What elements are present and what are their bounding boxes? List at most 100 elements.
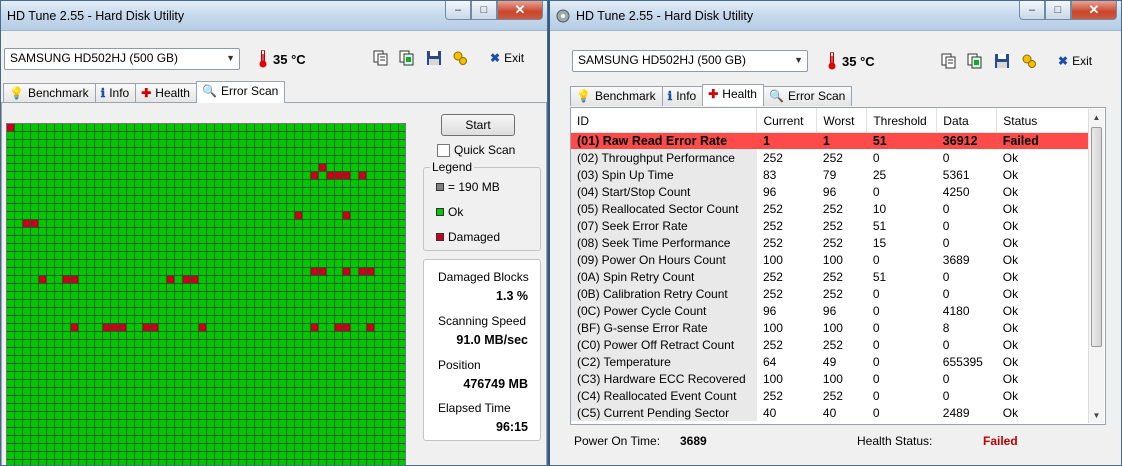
ok-block: [15, 276, 23, 284]
ok-block: [79, 300, 87, 308]
minimize-button[interactable]: –: [445, 1, 471, 20]
tab-benchmark[interactable]: 💡 Benchmark: [3, 83, 96, 103]
minimize-button[interactable]: –: [1019, 1, 1045, 20]
tab-health[interactable]: ✚ Health: [702, 84, 764, 106]
ok-block: [71, 388, 79, 396]
column-header-worst[interactable]: Worst: [816, 108, 868, 133]
tab-error-scan[interactable]: 🔍 Error Scan: [195, 81, 286, 103]
copy-all-icon[interactable]: [397, 48, 417, 68]
damaged-block: [111, 324, 119, 332]
tab-info[interactable]: ℹ Info: [661, 86, 704, 106]
ok-block: [319, 180, 327, 188]
ok-block: [239, 292, 247, 300]
save-icon[interactable]: [992, 51, 1012, 71]
close-button[interactable]: ✕: [1071, 1, 1117, 20]
ok-block: [151, 188, 159, 196]
ok-block: [63, 132, 71, 140]
save-icon[interactable]: [424, 48, 444, 68]
drive-select[interactable]: SAMSUNG HD502HJ (500 GB) ▼: [572, 50, 808, 72]
column-header-data[interactable]: Data: [936, 108, 998, 133]
ok-block: [183, 132, 191, 140]
ok-block: [95, 340, 103, 348]
ok-block: [279, 212, 287, 220]
ok-block: [327, 308, 335, 316]
ok-block: [279, 276, 287, 284]
ok-block: [279, 164, 287, 172]
table-cell: (02) Throughput Performance: [571, 149, 757, 166]
close-button[interactable]: ✕: [497, 1, 543, 20]
table-row[interactable]: (05) Reallocated Sector Count 252 252 10 0 Ok: [571, 200, 1091, 217]
exit-button[interactable]: ✖ Exit: [490, 51, 524, 65]
column-header-threshold[interactable]: Threshold: [866, 108, 938, 133]
table-cell: 4180: [942, 303, 970, 318]
table-row[interactable]: (C3) Hardware ECC Recovered 100 100 0 0 Ok: [571, 370, 1091, 387]
tab-info[interactable]: ℹ Info: [94, 83, 137, 103]
right-titlebar[interactable]: HD Tune 2.55 - Hard Disk Utility – □ ✕: [550, 1, 1121, 31]
table-row[interactable]: (07) Seek Error Rate 252 252 51 0 Ok: [571, 217, 1091, 234]
ok-block: [47, 316, 55, 324]
tab-error-scan[interactable]: 🔍 Error Scan: [762, 86, 853, 106]
ok-block: [103, 124, 111, 132]
table-row[interactable]: (C2) Temperature 64 49 0 655395 Ok: [571, 353, 1091, 370]
ok-block: [287, 188, 295, 196]
ok-block: [295, 428, 303, 436]
drive-select[interactable]: SAMSUNG HD502HJ (500 GB) ▼: [4, 48, 240, 70]
ok-block: [79, 404, 87, 412]
table-row[interactable]: (0A) Spin Retry Count 252 252 51 0 Ok: [571, 268, 1091, 285]
ok-block: [111, 196, 119, 204]
ok-block: [111, 292, 119, 300]
ok-block: [359, 132, 367, 140]
table-row[interactable]: (0C) Power Cycle Count 96 96 0 4180 Ok: [571, 302, 1091, 319]
ok-block: [287, 212, 295, 220]
ok-block: [375, 420, 383, 428]
copy-icon[interactable]: [371, 48, 391, 68]
ok-block: [39, 260, 47, 268]
quick-scan-box[interactable]: [437, 143, 450, 157]
table-row[interactable]: (0B) Calibration Retry Count 252 252 0 0 Ok: [571, 285, 1091, 302]
quick-scan-checkbox[interactable]: Quick Scan: [437, 143, 515, 157]
ok-block: [311, 300, 319, 308]
ok-block: [95, 276, 103, 284]
column-header-id[interactable]: ID: [571, 108, 758, 133]
table-row[interactable]: (C0) Power Off Retract Count 252 252 0 0 Ok: [571, 336, 1091, 353]
table-row[interactable]: (03) Spin Up Time 83 79 25 5361 Ok: [571, 166, 1091, 183]
scroll-down-arrow-icon[interactable]: ▼: [1089, 407, 1104, 423]
scan-block-grid: [6, 123, 406, 465]
tab-health[interactable]: ✚ Health: [135, 83, 197, 103]
ok-block: [71, 212, 79, 220]
tab-benchmark[interactable]: 💡 Benchmark: [570, 86, 663, 106]
exit-button[interactable]: ✖ Exit: [1058, 54, 1092, 68]
ok-block: [327, 364, 335, 372]
table-row[interactable]: (04) Start/Stop Count 96 96 0 4250 Ok: [571, 183, 1091, 200]
options-icon[interactable]: [450, 48, 470, 68]
table-scrollbar[interactable]: ▲ ▼: [1088, 109, 1104, 423]
ok-block: [23, 348, 31, 356]
table-row[interactable]: (02) Throughput Performance 252 252 0 0 Ok: [571, 149, 1091, 166]
ok-block: [287, 388, 295, 396]
table-row[interactable]: (C4) Reallocated Event Count 252 252 0 0 Ok: [571, 387, 1091, 404]
start-button[interactable]: Start: [441, 114, 515, 136]
ok-block: [279, 364, 287, 372]
table-row[interactable]: (BF) G-sense Error Rate 100 100 0 8 Ok: [571, 319, 1091, 336]
maximize-button[interactable]: □: [471, 1, 497, 20]
ok-block: [15, 332, 23, 340]
left-titlebar[interactable]: HD Tune 2.55 - Hard Disk Utility – □ ✕: [1, 1, 547, 31]
options-icon[interactable]: [1019, 51, 1039, 71]
table-row[interactable]: (01) Raw Read Error Rate 1 1 51 36912 Failed: [571, 132, 1091, 149]
ok-block: [343, 156, 351, 164]
copy-icon[interactable]: [939, 51, 959, 71]
ok-block: [271, 164, 279, 172]
ok-block: [199, 252, 207, 260]
table-cell: 100: [762, 320, 783, 335]
maximize-button[interactable]: □: [1045, 1, 1071, 20]
scrollbar-thumb[interactable]: [1091, 127, 1102, 347]
table-row[interactable]: (C5) Current Pending Sector 40 40 0 2489 Ok: [571, 404, 1091, 421]
ok-block: [39, 436, 47, 444]
table-row[interactable]: (09) Power On Hours Count 100 100 0 3689 Ok: [571, 251, 1091, 268]
table-row[interactable]: (08) Seek Time Performance 252 252 15 0 Ok: [571, 234, 1091, 251]
column-header-current[interactable]: Current: [756, 108, 818, 133]
ok-block: [151, 164, 159, 172]
scroll-up-arrow-icon[interactable]: ▲: [1089, 109, 1104, 125]
copy-all-icon[interactable]: [965, 51, 985, 71]
column-header-status[interactable]: Status: [996, 108, 1091, 133]
